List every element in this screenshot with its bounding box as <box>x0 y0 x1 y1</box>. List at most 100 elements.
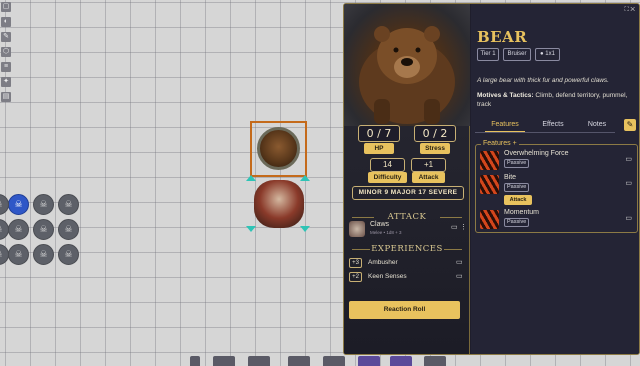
bear-token[interactable] <box>257 127 300 170</box>
feature-item[interactable]: Overwhelming Force Passive ▭ <box>479 149 635 173</box>
resize-handle[interactable] <box>300 175 310 181</box>
token-icon[interactable]: ◐ <box>1 17 11 27</box>
description: A large bear with thick fur and powerful… <box>477 77 609 84</box>
skull-token[interactable]: ☠ <box>33 194 54 215</box>
hotbar-slot[interactable] <box>323 356 345 366</box>
bear-portrait <box>344 4 470 126</box>
bear-token-selection[interactable] <box>250 121 307 177</box>
difficulty-label: Difficulty <box>368 172 407 183</box>
wrench-icon[interactable]: ✎ <box>624 119 636 131</box>
attack-bonus-value: +1 <box>411 158 446 172</box>
threshold-major-label: MAJOR <box>390 189 417 196</box>
skull-token[interactable]: ☠ <box>58 219 79 240</box>
features-title[interactable]: Features + <box>481 140 519 147</box>
resize-handle[interactable] <box>246 175 256 181</box>
resize-handle[interactable] <box>300 226 310 232</box>
feature-name[interactable]: Momentum <box>504 209 539 216</box>
feature-icon <box>480 151 499 170</box>
menu-icon[interactable]: ⋮ <box>460 224 467 232</box>
feature-item[interactable]: Bite Passive Attack ▭ <box>479 173 635 207</box>
skull-token[interactable]: ☠ <box>33 244 54 265</box>
reaction-roll-button[interactable]: Reaction Roll <box>349 301 460 319</box>
skull-token[interactable]: ☠ <box>58 244 79 265</box>
skull-token[interactable]: ☠ <box>0 194 9 215</box>
feature-name[interactable]: Bite <box>504 174 516 181</box>
skull-token[interactable]: ☠ <box>0 244 9 265</box>
hotbar-slot[interactable] <box>213 356 235 366</box>
attack-name[interactable]: Claws <box>370 221 389 228</box>
map-icon[interactable]: ▢ <box>1 2 11 12</box>
size-icon: ● <box>540 51 544 57</box>
damage-thresholds: MINOR 9 MAJOR 17 SEVERE <box>352 186 464 200</box>
adversary-name[interactable]: BEAR <box>477 28 527 46</box>
chat-icon[interactable]: ▭ <box>625 214 632 222</box>
skull-token[interactable]: ☠ <box>0 219 9 240</box>
skull-token[interactable]: ☠ <box>58 194 79 215</box>
threshold-major-value: 17 <box>418 189 427 196</box>
experience-row[interactable]: +3 Ambusher ▭ <box>349 258 465 269</box>
feature-tag: Passive <box>504 159 530 168</box>
note-icon[interactable]: ≡ <box>1 62 11 72</box>
chat-icon[interactable]: ▭ <box>625 179 632 187</box>
hotbar-slot[interactable] <box>424 356 446 366</box>
stress-value[interactable]: 0 / 2 <box>414 125 456 142</box>
tab-features[interactable]: Features <box>485 118 525 132</box>
skull-token[interactable]: ☠ <box>33 219 54 240</box>
tier-badge: Tier 1 <box>477 48 499 61</box>
skull-token[interactable]: ☠ <box>8 244 29 265</box>
experience-name[interactable]: Keen Senses <box>368 273 407 280</box>
hp-label: HP <box>364 143 394 154</box>
sheet-right-column: ⛶ ✕ BEAR Tier 1 Bruiser ● 1x1 A large be… <box>471 4 639 354</box>
experience-row[interactable]: +2 Keen Senses ▭ <box>349 272 465 283</box>
attack-row[interactable]: Claws Melee • 1d8 + 3 ▭ ⋮ <box>349 220 467 240</box>
tab-effects[interactable]: Effects <box>533 118 573 132</box>
feature-name[interactable]: Overwhelming Force <box>504 150 569 157</box>
experience-modifier: +3 <box>349 258 362 268</box>
skull-token[interactable]: ☠ <box>8 219 29 240</box>
hotbar-slot[interactable] <box>288 356 310 366</box>
chat-icon[interactable]: ▭ <box>451 224 458 232</box>
adversary-sheet: 0 / 7 HP 0 / 2 Stress 14 Difficulty +1 A… <box>343 3 640 355</box>
feature-icon <box>480 175 499 194</box>
scene-toolbar: ▢ ◐ ✎ ⬡ ≡ ✦ ▤ <box>0 0 13 102</box>
threshold-severe-label: SEVERE <box>428 189 458 196</box>
lighting-icon[interactable]: ✦ <box>1 77 11 87</box>
hotbar-slot[interactable] <box>358 356 380 366</box>
experience-name[interactable]: Ambusher <box>368 259 398 266</box>
motives-label: Motives & Tactics: <box>477 92 534 99</box>
hotbar <box>190 356 446 366</box>
tab-notes[interactable]: Notes <box>579 118 615 132</box>
threshold-minor-value: 9 <box>384 189 389 196</box>
attack-bonus-label: Attack <box>412 172 445 183</box>
hotbar-slot[interactable] <box>248 356 270 366</box>
chat-icon[interactable]: ▭ <box>456 273 463 281</box>
size-value: 1x1 <box>545 51 555 57</box>
attack-details: Melee • 1d8 + 3 <box>370 230 402 235</box>
journal-icon[interactable]: ▤ <box>1 92 11 102</box>
window-controls-icon[interactable]: ⛶ ✕ <box>625 7 635 14</box>
feature-icon <box>480 210 499 229</box>
type-badge: Bruiser <box>503 48 531 61</box>
stress-label: Stress <box>420 143 450 154</box>
hotbar-slot[interactable] <box>190 356 200 366</box>
motives-tactics: Motives & Tactics: Climb, defend territo… <box>477 91 637 109</box>
chat-icon[interactable]: ▭ <box>625 155 632 163</box>
feature-tag: Passive <box>504 183 530 192</box>
feature-attack-button[interactable]: Attack <box>504 195 532 205</box>
skull-token-selected[interactable]: ☠ <box>8 194 29 215</box>
draw-icon[interactable]: ⬡ <box>1 47 11 57</box>
chat-icon[interactable]: ▭ <box>456 259 463 267</box>
resize-handle[interactable] <box>246 226 256 232</box>
divider <box>440 217 462 218</box>
ruler-icon[interactable]: ✎ <box>1 32 11 42</box>
character-token[interactable] <box>254 180 304 228</box>
size-badge: ● 1x1 <box>535 48 560 61</box>
tab-divider <box>475 132 615 133</box>
sheet-left-column: 0 / 7 HP 0 / 2 Stress 14 Difficulty +1 A… <box>344 4 470 354</box>
hotbar-slot[interactable] <box>390 356 412 366</box>
threshold-minor-label: MINOR <box>358 189 383 196</box>
feature-tag: Passive <box>504 218 530 227</box>
feature-item[interactable]: Momentum Passive ▭ <box>479 208 635 232</box>
hp-value[interactable]: 0 / 7 <box>358 125 400 142</box>
divider <box>444 249 462 250</box>
